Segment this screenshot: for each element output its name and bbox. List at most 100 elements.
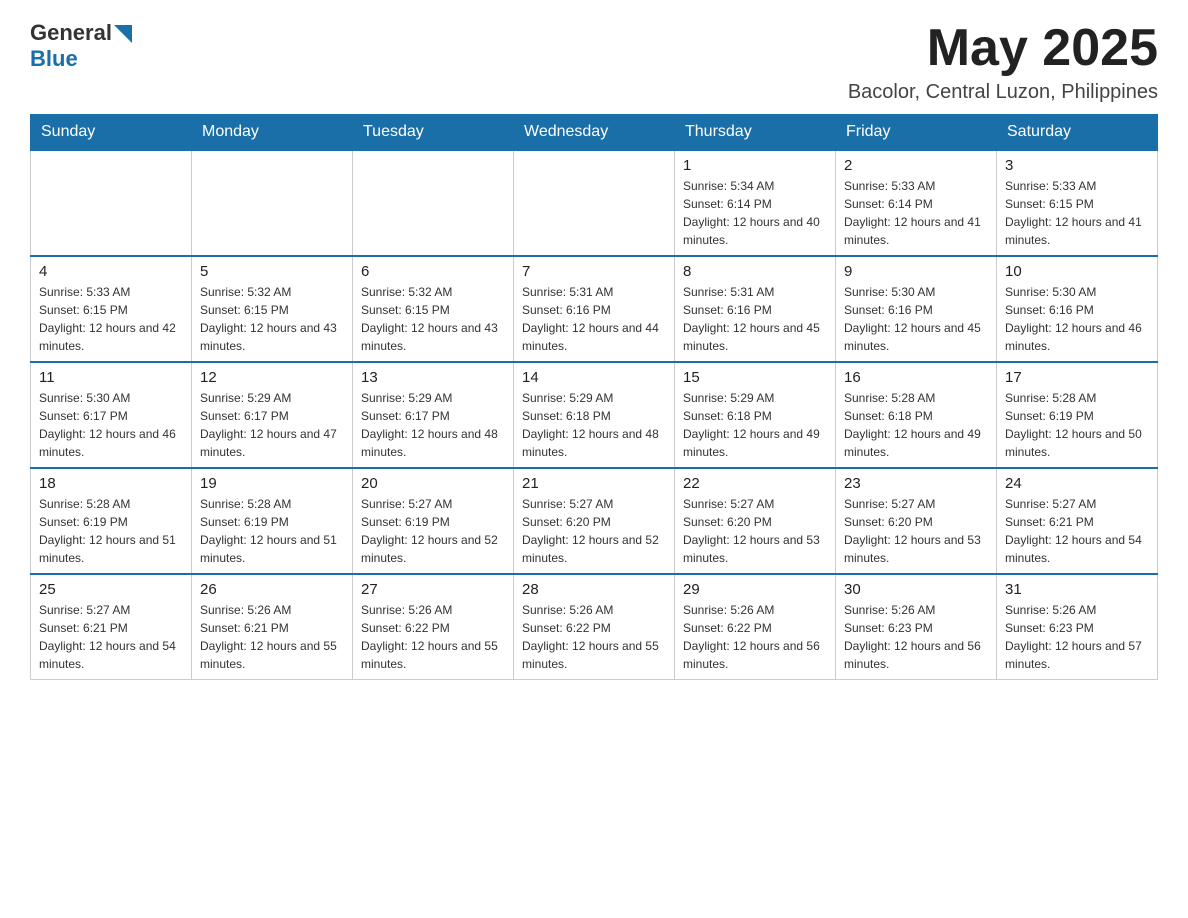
header-monday: Monday (192, 115, 353, 151)
header-tuesday: Tuesday (353, 115, 514, 151)
day-number: 13 (361, 369, 505, 386)
calendar-table: Sunday Monday Tuesday Wednesday Thursday… (30, 114, 1158, 680)
day-info: Sunrise: 5:26 AMSunset: 6:23 PMDaylight:… (844, 601, 988, 673)
day-number: 4 (39, 263, 183, 280)
calendar-cell-w3-d7: 17 Sunrise: 5:28 AMSunset: 6:19 PMDayligh… (997, 362, 1158, 468)
day-info: Sunrise: 5:29 AMSunset: 6:18 PMDaylight:… (683, 389, 827, 461)
day-info: Sunrise: 5:29 AMSunset: 6:17 PMDaylight:… (200, 389, 344, 461)
day-info: Sunrise: 5:26 AMSunset: 6:22 PMDaylight:… (361, 601, 505, 673)
day-number: 9 (844, 263, 988, 280)
calendar-header-row: Sunday Monday Tuesday Wednesday Thursday… (31, 115, 1158, 151)
header-wednesday: Wednesday (514, 115, 675, 151)
week-row-4: 18 Sunrise: 5:28 AMSunset: 6:19 PMDayligh… (31, 468, 1158, 574)
calendar-cell-w3-d1: 11 Sunrise: 5:30 AMSunset: 6:17 PMDayligh… (31, 362, 192, 468)
calendar-cell-w4-d4: 21Sunrise: 5:27 AMSunset: 6:20 PMDayligh… (514, 468, 675, 574)
header-thursday: Thursday (675, 115, 836, 151)
day-info: Sunrise: 5:26 AMSunset: 6:21 PMDaylight:… (200, 601, 344, 673)
calendar-cell-w2-d2: 5Sunrise: 5:32 AMSunset: 6:15 PMDaylight… (192, 256, 353, 362)
day-number: 26 (200, 581, 344, 598)
calendar-cell-w4-d2: 19 Sunrise: 5:28 AMSunset: 6:19 PMDayligh… (192, 468, 353, 574)
day-number: 10 (1005, 263, 1149, 280)
day-number: 27 (361, 581, 505, 598)
calendar-cell-w2-d1: 4 Sunrise: 5:33 AMSunset: 6:15 PMDaylight… (31, 256, 192, 362)
day-number: 8 (683, 263, 827, 280)
day-number: 19 (200, 475, 344, 492)
calendar-cell-w3-d6: 16 Sunrise: 5:28 AMSunset: 6:18 PMDayligh… (836, 362, 997, 468)
day-number: 7 (522, 263, 666, 280)
calendar-cell-w2-d3: 6Sunrise: 5:32 AMSunset: 6:15 PMDaylight… (353, 256, 514, 362)
day-number: 25 (39, 581, 183, 598)
day-number: 21 (522, 475, 666, 492)
week-row-1: 1Sunrise: 5:34 AMSunset: 6:14 PMDaylight… (31, 150, 1158, 256)
calendar-cell-w2-d7: 10 Sunrise: 5:30 AMSunset: 6:16 PMDayligh… (997, 256, 1158, 362)
calendar-cell-w3-d5: 15Sunrise: 5:29 AMSunset: 6:18 PMDayligh… (675, 362, 836, 468)
day-number: 6 (361, 263, 505, 280)
page-header: General Blue May 2025 Bacolor, Central L… (30, 20, 1158, 104)
day-info: Sunrise: 5:30 AMSunset: 6:16 PMDaylight:… (844, 283, 988, 355)
calendar-cell-w3-d2: 12 Sunrise: 5:29 AMSunset: 6:17 PMDayligh… (192, 362, 353, 468)
calendar-cell-w4-d7: 24 Sunrise: 5:27 AMSunset: 6:21 PMDayligh… (997, 468, 1158, 574)
day-info: Sunrise: 5:28 AMSunset: 6:18 PMDaylight:… (844, 389, 988, 461)
day-number: 18 (39, 475, 183, 492)
day-number: 11 (39, 369, 183, 386)
week-row-5: 25Sunrise: 5:27 AMSunset: 6:21 PMDayligh… (31, 574, 1158, 680)
title-section: May 2025 Bacolor, Central Luzon, Philipp… (848, 20, 1158, 104)
calendar-cell-w3-d3: 13Sunrise: 5:29 AMSunset: 6:17 PMDayligh… (353, 362, 514, 468)
calendar-cell-w1-d4 (514, 150, 675, 256)
day-info: Sunrise: 5:26 AMSunset: 6:23 PMDaylight:… (1005, 601, 1149, 673)
logo: General Blue (30, 20, 132, 72)
day-info: Sunrise: 5:30 AMSunset: 6:17 PMDaylight:… (39, 389, 183, 461)
calendar-cell-w5-d4: 28 Sunrise: 5:26 AMSunset: 6:22 PMDayligh… (514, 574, 675, 680)
calendar-cell-w4-d6: 23 Sunrise: 5:27 AMSunset: 6:20 PMDayligh… (836, 468, 997, 574)
logo-general: General (30, 20, 112, 46)
day-number: 31 (1005, 581, 1149, 598)
day-number: 28 (522, 581, 666, 598)
day-number: 23 (844, 475, 988, 492)
calendar-cell-w5-d1: 25Sunrise: 5:27 AMSunset: 6:21 PMDayligh… (31, 574, 192, 680)
day-number: 22 (683, 475, 827, 492)
day-number: 12 (200, 369, 344, 386)
day-info: Sunrise: 5:27 AMSunset: 6:21 PMDaylight:… (1005, 495, 1149, 567)
day-number: 17 (1005, 369, 1149, 386)
day-info: Sunrise: 5:33 AMSunset: 6:14 PMDaylight:… (844, 177, 988, 249)
calendar-cell-w5-d2: 26 Sunrise: 5:26 AMSunset: 6:21 PMDayligh… (192, 574, 353, 680)
calendar-cell-w4-d5: 22 Sunrise: 5:27 AMSunset: 6:20 PMDayligh… (675, 468, 836, 574)
day-info: Sunrise: 5:31 AMSunset: 6:16 PMDaylight:… (683, 283, 827, 355)
calendar-cell-w1-d6: 2 Sunrise: 5:33 AMSunset: 6:14 PMDaylight… (836, 150, 997, 256)
calendar-cell-w3-d4: 14Sunrise: 5:29 AMSunset: 6:18 PMDayligh… (514, 362, 675, 468)
month-year-title: May 2025 (848, 20, 1158, 77)
location-subtitle: Bacolor, Central Luzon, Philippines (848, 81, 1158, 104)
day-info: Sunrise: 5:33 AMSunset: 6:15 PMDaylight:… (1005, 177, 1149, 249)
day-info: Sunrise: 5:28 AMSunset: 6:19 PMDaylight:… (39, 495, 183, 567)
day-info: Sunrise: 5:28 AMSunset: 6:19 PMDaylight:… (200, 495, 344, 567)
logo-blue: Blue (30, 46, 78, 71)
day-info: Sunrise: 5:34 AMSunset: 6:14 PMDaylight:… (683, 177, 827, 249)
calendar-cell-w1-d1 (31, 150, 192, 256)
calendar-cell-w4-d1: 18 Sunrise: 5:28 AMSunset: 6:19 PMDayligh… (31, 468, 192, 574)
day-info: Sunrise: 5:28 AMSunset: 6:19 PMDaylight:… (1005, 389, 1149, 461)
calendar-cell-w2-d4: 7Sunrise: 5:31 AMSunset: 6:16 PMDaylight… (514, 256, 675, 362)
day-info: Sunrise: 5:27 AMSunset: 6:19 PMDaylight:… (361, 495, 505, 567)
day-number: 29 (683, 581, 827, 598)
day-info: Sunrise: 5:27 AMSunset: 6:20 PMDaylight:… (844, 495, 988, 567)
day-info: Sunrise: 5:26 AMSunset: 6:22 PMDaylight:… (522, 601, 666, 673)
calendar-cell-w5-d7: 31 Sunrise: 5:26 AMSunset: 6:23 PMDayligh… (997, 574, 1158, 680)
day-number: 16 (844, 369, 988, 386)
day-info: Sunrise: 5:32 AMSunset: 6:15 PMDaylight:… (200, 283, 344, 355)
calendar-cell-w5-d3: 27 Sunrise: 5:26 AMSunset: 6:22 PMDayligh… (353, 574, 514, 680)
day-info: Sunrise: 5:30 AMSunset: 6:16 PMDaylight:… (1005, 283, 1149, 355)
day-number: 20 (361, 475, 505, 492)
week-row-2: 4 Sunrise: 5:33 AMSunset: 6:15 PMDaylight… (31, 256, 1158, 362)
day-number: 2 (844, 157, 988, 174)
calendar-cell-w4-d3: 20 Sunrise: 5:27 AMSunset: 6:19 PMDayligh… (353, 468, 514, 574)
calendar-cell-w2-d6: 9 Sunrise: 5:30 AMSunset: 6:16 PMDaylight… (836, 256, 997, 362)
day-info: Sunrise: 5:27 AMSunset: 6:20 PMDaylight:… (683, 495, 827, 567)
calendar-cell-w1-d2 (192, 150, 353, 256)
day-info: Sunrise: 5:33 AMSunset: 6:15 PMDaylight:… (39, 283, 183, 355)
calendar-cell-w5-d5: 29Sunrise: 5:26 AMSunset: 6:22 PMDayligh… (675, 574, 836, 680)
calendar-cell-w1-d3 (353, 150, 514, 256)
week-row-3: 11 Sunrise: 5:30 AMSunset: 6:17 PMDayligh… (31, 362, 1158, 468)
day-number: 14 (522, 369, 666, 386)
header-saturday: Saturday (997, 115, 1158, 151)
day-number: 24 (1005, 475, 1149, 492)
